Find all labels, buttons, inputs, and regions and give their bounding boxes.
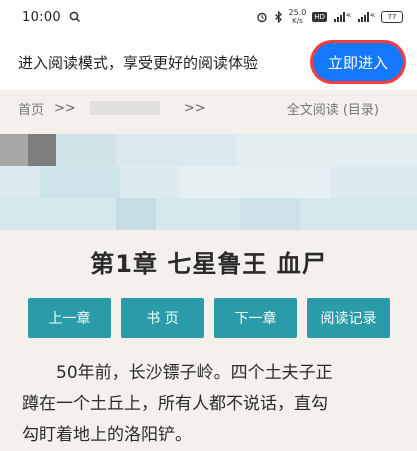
battery-icon: 77 <box>381 11 403 23</box>
enter-reading-mode-button[interactable]: 立即进入 <box>313 43 403 81</box>
breadcrumb-separator-2: >> <box>183 100 206 116</box>
content-line: 蹲在一个土丘上，所有人都不说话，直勾 <box>22 394 328 414</box>
breadcrumb-home[interactable]: 首页 <box>18 99 44 118</box>
chapter-nav: 上一章 书 页 下一章 阅读记录 <box>28 298 390 338</box>
signal-icon: 4G <box>333 11 351 23</box>
network-speed-unit: K/s <box>292 17 303 25</box>
content-line: 50年前，长沙镖子岭。四个土夫子正 <box>56 363 333 383</box>
banner-text: 进入阅读模式，享受更好的阅读体验 <box>18 53 259 72</box>
status-right: 25.0 K/s HD 4G 4G 77 <box>256 9 403 25</box>
status-bar: 10:00 25.0 K/s HD 4G 4G 77 <box>0 0 417 34</box>
hd-badge: HD <box>312 12 327 22</box>
blurred-ad-banner[interactable] <box>0 134 417 230</box>
book-page-button[interactable]: 书 页 <box>121 298 204 338</box>
breadcrumb-separator: >> <box>54 100 76 116</box>
signal-icon-2: 4G <box>357 11 375 23</box>
svg-text:4G: 4G <box>346 13 351 19</box>
next-chapter-button[interactable]: 下一章 <box>214 298 297 338</box>
reading-history-button[interactable]: 阅读记录 <box>307 298 390 338</box>
breadcrumb: 首页 >> >> 全文阅读 (目录) <box>0 92 417 124</box>
svg-text:4G: 4G <box>370 13 375 19</box>
status-left: 10:00 <box>22 10 81 25</box>
reading-mode-banner: 进入阅读模式，享受更好的阅读体验 立即进入 <box>0 34 417 90</box>
breadcrumb-book-blurred[interactable] <box>89 101 160 115</box>
chapter-title: 第1章 七星鲁王 血尸 <box>90 250 327 278</box>
network-speed: 25.0 K/s <box>288 8 307 26</box>
breadcrumb-table-of-contents[interactable]: 全文阅读 (目录) <box>287 99 379 118</box>
status-time: 10:00 <box>22 9 61 25</box>
content-line: 勾盯着地上的洛阳铲。 <box>22 425 192 445</box>
chapter-content: 50年前，长沙镖子岭。四个土夫子正 蹲在一个土丘上，所有人都不说话，直勾 勾盯着… <box>22 358 400 451</box>
alarm-icon <box>256 11 268 23</box>
search-icon <box>69 11 81 23</box>
previous-chapter-button[interactable]: 上一章 <box>28 298 111 338</box>
bluetooth-icon <box>274 11 283 23</box>
network-speed-value: 25.0 <box>288 8 307 17</box>
